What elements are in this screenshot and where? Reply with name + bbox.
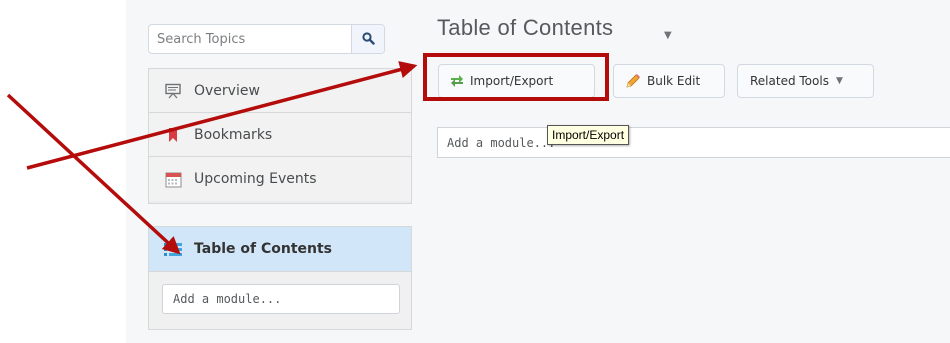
tooltip: Import/Export xyxy=(547,125,630,145)
sidebar-item-label: Bookmarks xyxy=(194,126,273,143)
search-input[interactable] xyxy=(149,25,365,53)
related-tools-label: Related Tools xyxy=(750,74,829,88)
sidebar-add-module-input[interactable]: Add a module... xyxy=(162,284,400,314)
overview-icon xyxy=(164,82,182,100)
toc-label: Table of Contents xyxy=(194,241,333,257)
chevron-down-icon: ▼ xyxy=(835,76,843,86)
search-button[interactable] xyxy=(351,25,384,53)
sidebar-item-label: Overview xyxy=(194,82,260,99)
related-tools-button[interactable]: Related Tools ▼ xyxy=(737,64,874,98)
toc-panel: Table of Contents Add a module... xyxy=(148,226,412,330)
sidebar-item-label: Upcoming Events xyxy=(194,171,317,187)
sidebar-item-table-of-contents[interactable]: Table of Contents xyxy=(149,227,411,272)
list-icon xyxy=(164,242,182,257)
page-title: Table of Contents xyxy=(437,15,614,40)
sidebar-item-overview[interactable]: Overview xyxy=(149,69,411,113)
topic-search xyxy=(148,24,385,54)
bulk-edit-label: Bulk Edit xyxy=(647,74,701,88)
bookmark-icon xyxy=(164,126,182,144)
chevron-down-icon[interactable]: ▼ xyxy=(664,30,672,41)
annotation-highlight-box xyxy=(423,53,609,101)
pencil-icon xyxy=(625,73,641,89)
search-icon xyxy=(361,30,375,49)
bulk-edit-button[interactable]: Bulk Edit xyxy=(613,64,725,98)
sidebar-nav: Overview Bookmarks Upcoming Events xyxy=(148,68,412,204)
sidebar-item-upcoming-events[interactable]: Upcoming Events xyxy=(149,157,411,201)
calendar-icon xyxy=(164,170,182,188)
add-module-input[interactable]: Add a module... xyxy=(437,127,950,158)
sidebar-item-bookmarks[interactable]: Bookmarks xyxy=(149,113,411,157)
